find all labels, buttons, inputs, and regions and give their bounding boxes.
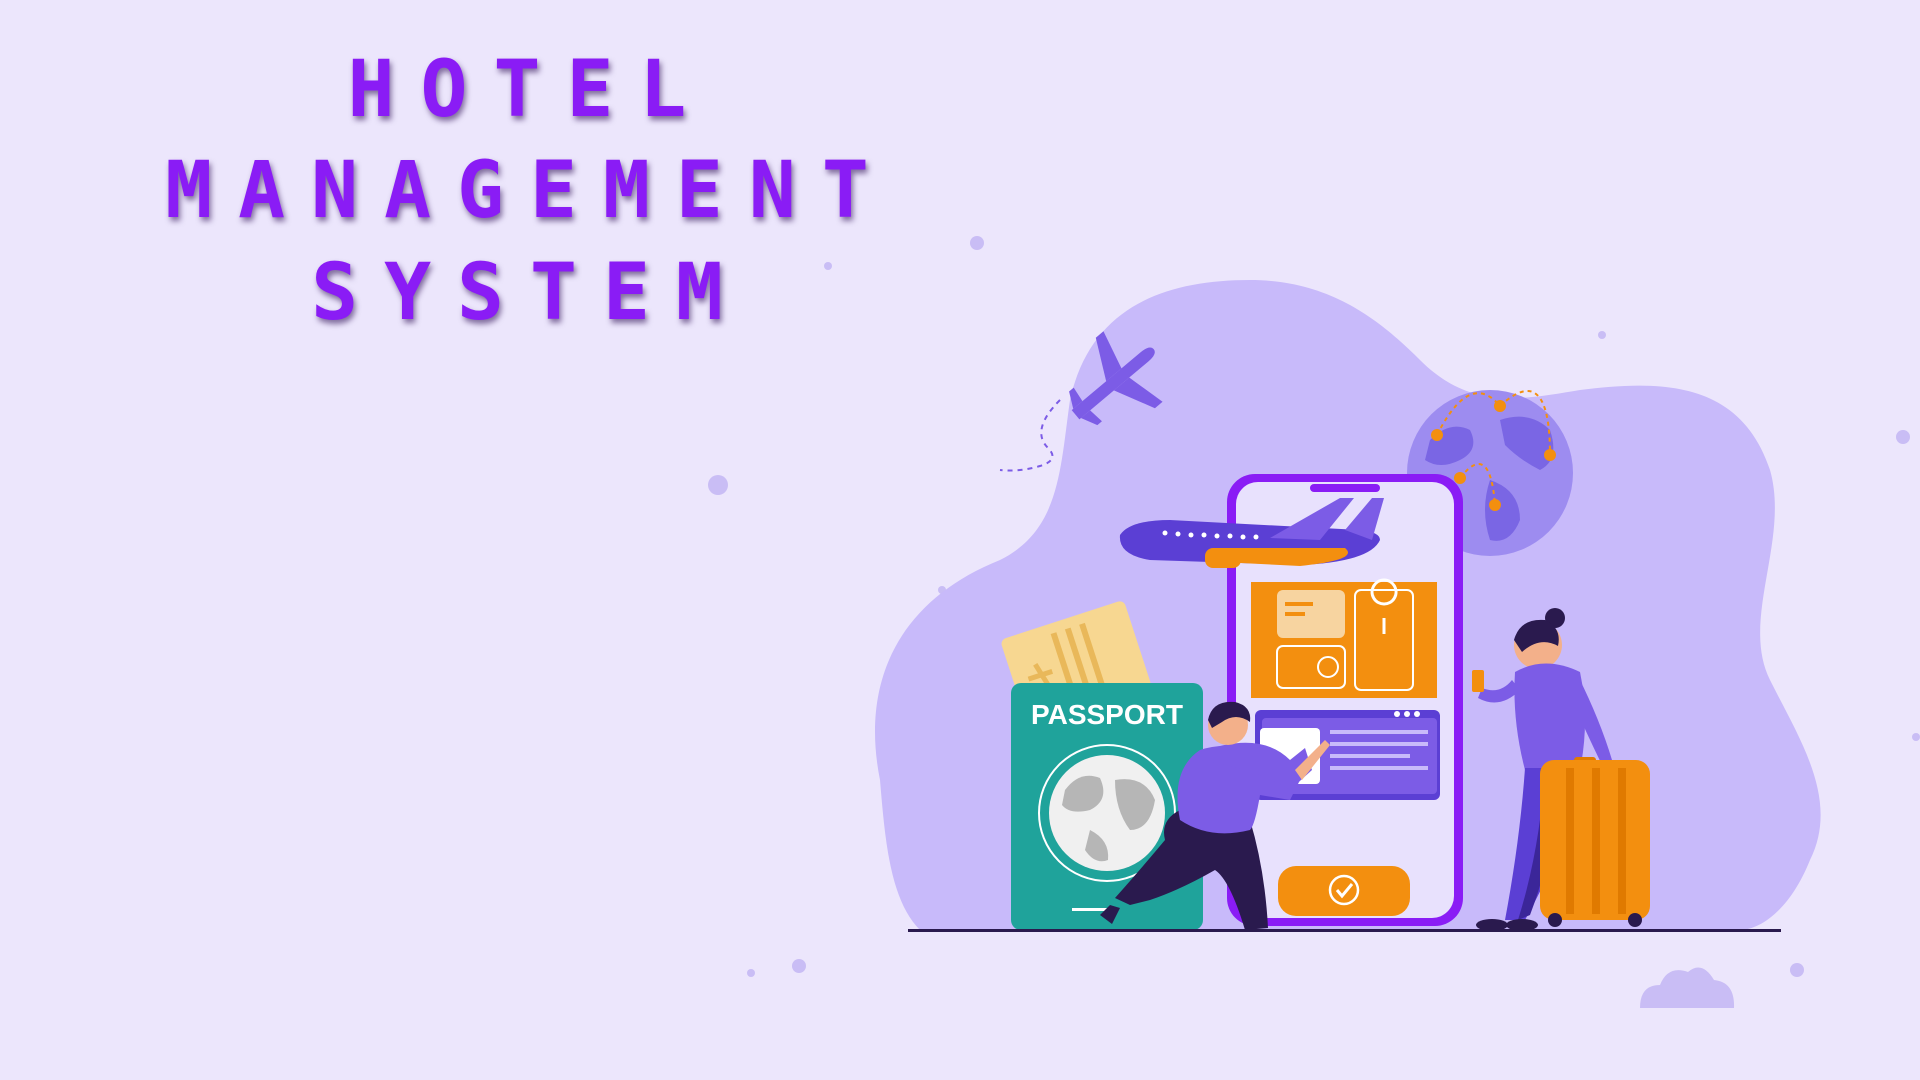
suitcase-icon <box>1540 757 1650 927</box>
passport: PASSPORT <box>1011 683 1203 930</box>
cloud-icon <box>1640 967 1735 1008</box>
flight-path <box>999 399 1061 472</box>
ground-line <box>908 929 1781 932</box>
passport-label: PASSPORT <box>1031 699 1183 730</box>
travel-illustration: PASSPORT <box>708 236 1920 1008</box>
